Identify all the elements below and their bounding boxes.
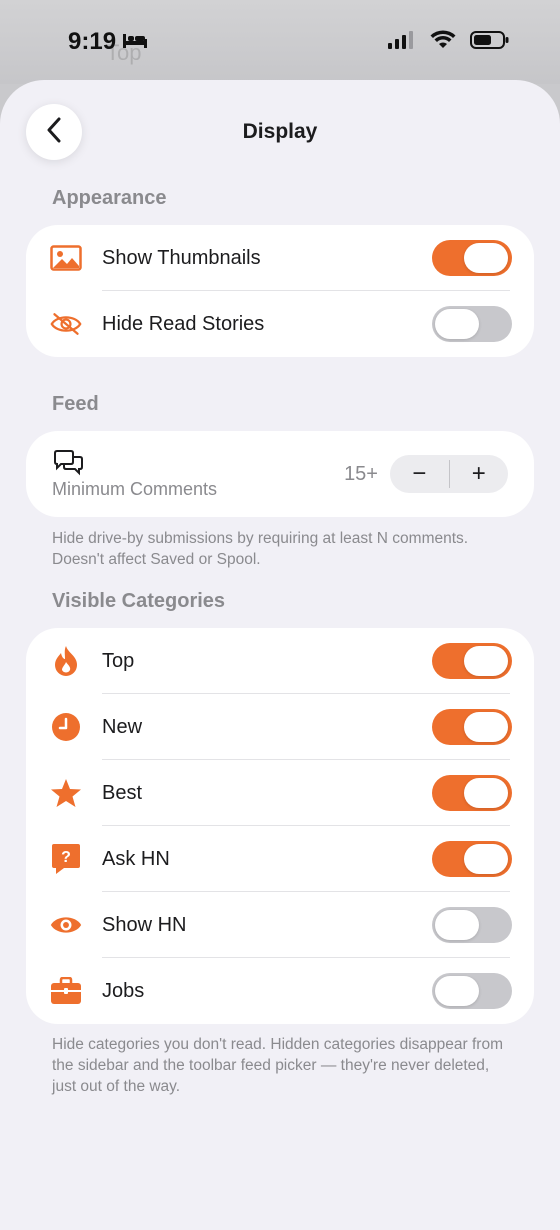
eye-icon — [50, 909, 82, 941]
row-jobs: Jobs — [26, 958, 534, 1024]
appearance-card: Show Thumbnails Hide Read Stories — [26, 225, 534, 357]
row-show-thumbnails: Show Thumbnails — [26, 225, 534, 291]
category-ask-hn-label: Ask HN — [102, 847, 170, 870]
category-top-label: Top — [102, 649, 135, 672]
categories-footnote: Hide categories you don't read. Hidden c… — [52, 1036, 503, 1095]
photo-icon — [50, 242, 82, 274]
status-bar: Top 9:19 — [0, 0, 560, 84]
svg-text:?: ? — [61, 849, 71, 866]
decrement-button[interactable]: − — [390, 455, 449, 493]
briefcase-icon — [50, 975, 82, 1007]
category-jobs-label: Jobs — [102, 979, 145, 1002]
eye-slash-icon — [50, 308, 82, 340]
row-ask-hn: ? Ask HN — [26, 826, 534, 892]
feed-footnote: Hide drive-by submissions by requiring a… — [52, 530, 469, 568]
category-jobs-toggle[interactable] — [432, 973, 512, 1009]
page-title: Display — [242, 120, 318, 143]
category-new-toggle[interactable] — [432, 709, 512, 745]
show-thumbnails-toggle[interactable] — [432, 240, 512, 276]
increment-button[interactable]: + — [450, 455, 509, 493]
wifi-icon — [430, 30, 456, 55]
section-heading-appearance: Appearance — [52, 187, 167, 209]
comments-bubbles-icon — [52, 449, 86, 482]
minimum-comments-stepper[interactable]: − + — [390, 455, 508, 493]
star-icon — [50, 777, 82, 809]
toggle-knob — [435, 976, 479, 1006]
section-heading-feed: Feed — [52, 393, 99, 415]
row-best: Best — [26, 760, 534, 826]
minimum-comments-label: Minimum Comments — [52, 479, 218, 499]
status-time: 9:19 — [68, 28, 148, 56]
section-heading-categories: Visible Categories — [52, 590, 226, 612]
battery-icon — [470, 30, 510, 55]
toggle-knob — [435, 309, 479, 339]
question-bubble-icon: ? — [50, 843, 82, 875]
minimum-comments-value: 15+ — [344, 463, 378, 485]
toggle-knob — [464, 778, 508, 808]
row-new: New — [26, 694, 534, 760]
toggle-knob — [435, 910, 479, 940]
status-indicators — [388, 30, 510, 55]
feed-card: Minimum Comments 15+ − + — [26, 431, 534, 517]
category-best-label: Best — [102, 781, 143, 804]
category-show-hn-label: Show HN — [102, 913, 187, 936]
cellular-signal-icon — [388, 31, 416, 54]
row-hide-read-stories: Hide Read Stories — [26, 291, 534, 357]
toggle-knob — [464, 243, 508, 273]
display-settings-sheet: Display Appearance Show Thumbnails Hide … — [0, 80, 560, 1230]
hide-read-stories-toggle[interactable] — [432, 306, 512, 342]
status-time-text: 9:19 — [68, 28, 117, 55]
clock-icon — [50, 711, 82, 743]
toggle-knob — [464, 712, 508, 742]
category-top-toggle[interactable] — [432, 643, 512, 679]
category-ask-hn-toggle[interactable] — [432, 841, 512, 877]
toggle-knob — [464, 844, 508, 874]
flame-icon — [50, 645, 82, 677]
sleep-bed-icon — [122, 28, 148, 56]
row-top: Top — [26, 628, 534, 694]
toggle-knob — [464, 646, 508, 676]
categories-card: Top New Best ? Ask HN Show HN Jobs — [26, 628, 534, 1024]
category-best-toggle[interactable] — [432, 775, 512, 811]
hide-read-stories-label: Hide Read Stories — [102, 312, 265, 335]
show-thumbnails-label: Show Thumbnails — [102, 246, 261, 269]
category-new-label: New — [102, 715, 143, 738]
row-show-hn: Show HN — [26, 892, 534, 958]
category-show-hn-toggle[interactable] — [432, 907, 512, 943]
